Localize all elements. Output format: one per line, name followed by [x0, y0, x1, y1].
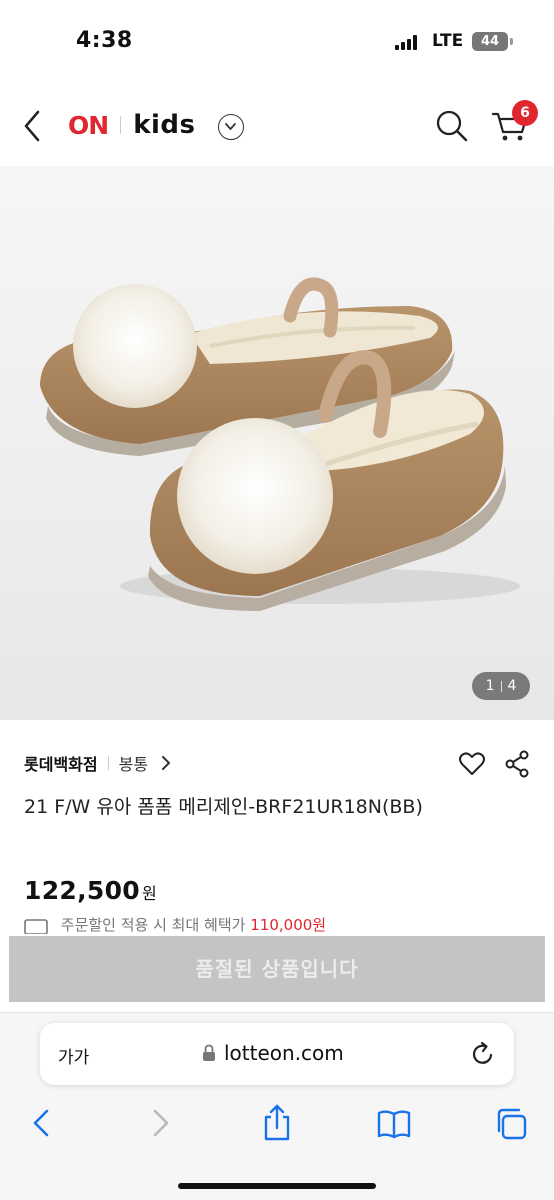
store-divider	[107, 756, 109, 770]
product-photo	[40, 277, 520, 611]
chevron-right-icon	[162, 756, 171, 770]
coupon-text: 주문할인 적용 시 최대 혜택가	[60, 916, 246, 934]
network-label: LTE	[432, 31, 464, 51]
battery-cap	[510, 38, 513, 45]
brand-link[interactable]: 봉통	[119, 751, 148, 775]
back-button[interactable]	[16, 106, 50, 146]
signal-icon	[395, 34, 421, 50]
coupon-icon	[24, 918, 48, 935]
sold-out-button: 품절된 상품입니다	[9, 936, 545, 1002]
safari-back-icon	[33, 1109, 49, 1137]
wishlist-button[interactable]	[458, 750, 486, 778]
status-time: 4:38	[76, 28, 133, 53]
reload-button[interactable]	[470, 1041, 496, 1067]
url-text: lotteon.com	[224, 1041, 344, 1065]
safari-forward-icon	[153, 1109, 169, 1137]
heart-icon	[459, 752, 485, 775]
coupon-row[interactable]: 주문할인 적용 시 최대 혜택가 110,000원	[24, 914, 544, 936]
browser-bottom-bar: 가가 lotteon.com	[0, 1012, 554, 1200]
image-counter-current: 1	[485, 678, 495, 694]
store-name: 롯데백화점	[24, 755, 98, 774]
bookmarks-icon	[377, 1110, 411, 1139]
battery-icon: 44	[472, 32, 508, 51]
address-bar[interactable]: 가가 lotteon.com	[40, 1023, 514, 1085]
image-counter-divider	[500, 680, 502, 692]
reload-icon	[472, 1041, 493, 1064]
price-row: 122,500 원	[24, 876, 157, 905]
browser-share-button[interactable]	[260, 1103, 294, 1143]
image-counter-total: 4	[507, 678, 517, 694]
image-counter: 1 4	[472, 672, 530, 700]
chevron-down-icon	[225, 123, 236, 130]
logo-on: ON	[68, 110, 109, 140]
product-price: 122,500	[24, 876, 140, 905]
tabs-button[interactable]	[494, 1103, 528, 1143]
browser-forward-button[interactable]	[148, 1103, 174, 1143]
share-icon	[505, 750, 529, 778]
tabs-icon	[497, 1108, 527, 1140]
bottom-cta-area: 품절된 상품입니다	[0, 934, 554, 1012]
safari-share-icon	[264, 1104, 290, 1141]
coupon-price: 110,000원	[250, 916, 327, 934]
logo-kids: kids	[133, 110, 196, 140]
lock-icon	[203, 1044, 215, 1061]
mall-dropdown-button[interactable]	[218, 114, 244, 140]
browser-toolbar	[0, 1103, 554, 1153]
cart-count-badge: 6	[512, 100, 538, 126]
home-indicator	[178, 1183, 376, 1189]
status-bar: 4:38 LTE 44	[0, 0, 554, 84]
search-icon	[436, 110, 468, 142]
logo[interactable]: ON kids	[68, 108, 195, 142]
back-icon	[24, 110, 40, 142]
bookmarks-button[interactable]	[376, 1103, 412, 1143]
browser-back-button[interactable]	[28, 1103, 54, 1143]
product-image-carousel[interactable]: 1 4	[0, 166, 554, 720]
search-button[interactable]	[434, 108, 470, 144]
price-currency: 원	[141, 884, 157, 903]
share-button[interactable]	[504, 750, 530, 778]
product-title: 21 F/W 유아 폼폼 메리제인-BRF21UR18N(BB)	[24, 796, 423, 818]
store-brand-row[interactable]: 롯데백화점 봉통	[24, 748, 172, 778]
logo-divider	[120, 116, 122, 134]
text-size-button[interactable]: 가가	[58, 1043, 89, 1068]
app-header: ON kids	[0, 84, 554, 166]
url-display[interactable]: lotteon.com	[202, 1041, 344, 1065]
